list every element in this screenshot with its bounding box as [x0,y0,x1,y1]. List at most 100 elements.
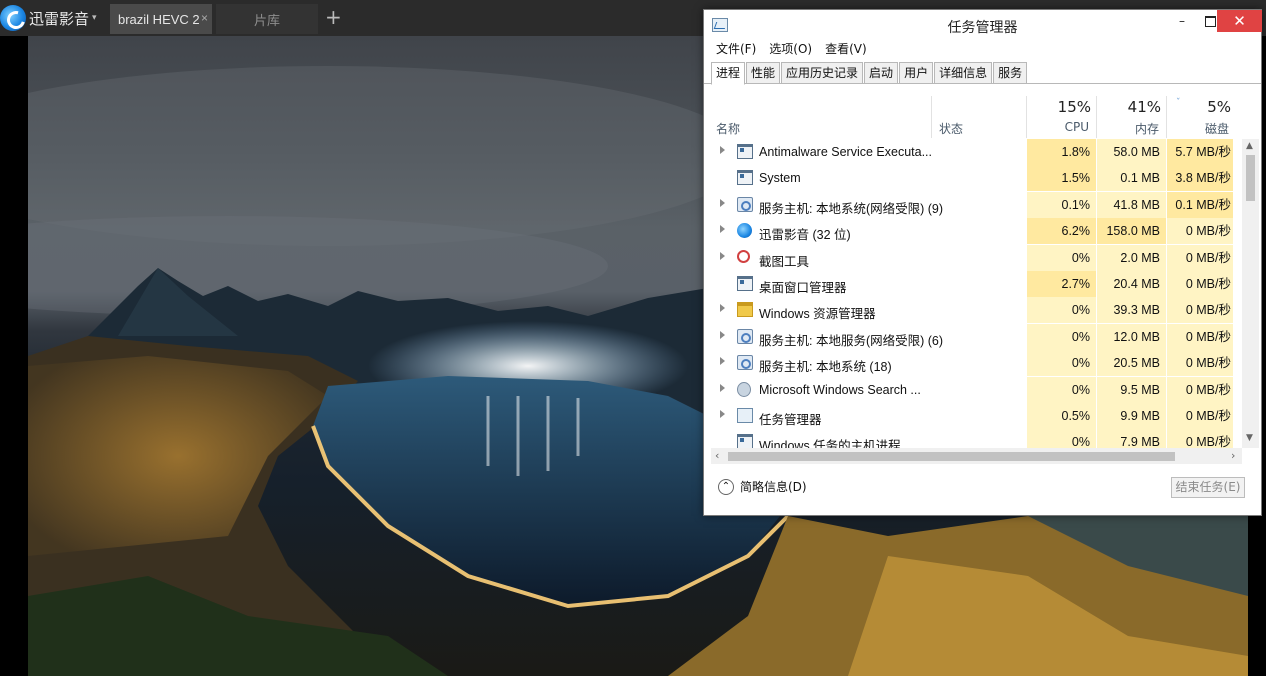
tab-video[interactable]: brazil HEVC 2 × [110,4,212,34]
cpu-value: 0% [1027,244,1096,271]
expand-arrow-icon[interactable] [720,251,725,260]
process-row[interactable]: Microsoft Windows Search ... 0% 9.5 MB 0 MB… [711,376,1233,403]
tab-users[interactable]: 用户 [899,62,934,84]
process-row[interactable]: Windows 资源管理器 0% 39.3 MB 0 MB/秒 [711,297,1233,324]
fewer-details-button[interactable]: ⌃ 简略信息(D) [718,478,807,495]
expand-arrow-icon[interactable] [720,410,725,418]
scroll-left-icon[interactable]: ‹ [715,449,719,462]
scroll-thumb[interactable] [1246,155,1255,201]
expand-arrow-icon[interactable] [720,198,725,207]
horizontal-scrollbar[interactable]: ‹ › [711,448,1242,464]
expand-arrow-icon[interactable] [720,225,725,234]
end-task-button[interactable]: 结束任务(E) [1171,477,1245,498]
column-header: 名称 状态 15% CPU 41% 内存 ˇ 5% 磁盘 [711,96,1233,138]
disk-total[interactable]: 5% [1167,98,1231,116]
tab-performance[interactable]: 性能 [746,62,781,84]
disk-value: 0 MB/秒 [1167,350,1233,377]
process-list[interactable]: Antimalware Service Executa... 1.8% 58.0 M… [711,139,1233,448]
menu-view[interactable]: 查看(V) [825,40,867,60]
tab-app-history[interactable]: 应用历史记录 [781,62,864,84]
footer: ⌃ 简略信息(D) 结束任务(E) [704,470,1261,515]
process-row[interactable]: 任务管理器 0.5% 9.9 MB 0 MB/秒 [711,403,1233,429]
vertical-scrollbar[interactable]: ▲ ▼ [1242,139,1259,448]
task-manager-window[interactable]: 任务管理器 – ✕ 文件(F) 选项(O) 查看(V) 进程 性能 应用历史记录… [703,9,1262,516]
disk-value: 0 MB/秒 [1167,244,1233,271]
tab-details[interactable]: 详细信息 [934,62,993,84]
cpu-value: 0.5% [1027,403,1096,429]
close-button[interactable]: ✕ [1217,10,1262,32]
memory-value: 58.0 MB [1097,139,1166,165]
disk-value: 0 MB/秒 [1167,429,1233,448]
cpu-value: 1.5% [1027,165,1096,192]
tab-close-icon[interactable]: × [201,11,208,25]
tab-video-label: brazil HEVC 2 [118,11,200,27]
player-app-name: 迅雷影音 [29,9,90,28]
expand-arrow-icon[interactable] [720,357,725,366]
process-name: Windows 资源管理器 [759,307,876,322]
cpu-total[interactable]: 15% [1027,98,1091,116]
folder-icon [737,302,753,318]
memory-value: 2.0 MB [1097,244,1166,271]
memory-value: 7.9 MB [1097,429,1166,448]
column-status[interactable]: 状态 [939,120,963,137]
process-row[interactable]: Windows 任务的主机进程 0% 7.9 MB 0 MB/秒 [711,429,1233,448]
window-icon [737,434,753,448]
memory-value: 9.5 MB [1097,376,1166,403]
process-row[interactable]: Antimalware Service Executa... 1.8% 58.0 M… [711,139,1233,165]
tab-processes[interactable]: 进程 [711,62,746,85]
expand-arrow-icon[interactable] [720,383,725,392]
scroll-up-icon[interactable]: ▲ [1246,141,1253,151]
tab-services[interactable]: 服务 [993,62,1028,84]
column-separator[interactable] [931,96,932,138]
scroll-down-icon[interactable]: ▼ [1246,433,1253,443]
tab-strip: 进程 性能 应用历史记录 启动 用户 详细信息 服务 [711,62,1028,85]
memory-value: 20.5 MB [1097,350,1166,377]
minimize-button[interactable]: – [1168,10,1196,32]
menu-bar: 文件(F) 选项(O) 查看(V) [716,40,880,60]
user-icon [737,381,751,397]
expand-arrow-icon[interactable] [720,146,725,154]
tab-library[interactable]: 片库 [216,4,318,34]
process-row[interactable]: 服务主机: 本地服务(网络受限) (6) 0% 12.0 MB 0 MB/秒 [711,323,1233,350]
process-row[interactable]: 截图工具 0% 2.0 MB 0 MB/秒 [711,244,1233,271]
gear-icon [737,355,753,371]
column-disk[interactable]: 磁盘 [1167,120,1229,137]
memory-total[interactable]: 41% [1097,98,1161,116]
tab-library-label: 片库 [253,12,280,28]
chevron-up-icon: ⌃ [718,478,734,495]
cpu-value: 0% [1027,429,1096,448]
scissors-icon [737,249,750,263]
caret-down-icon: ▾ [92,13,97,23]
process-row[interactable]: 服务主机: 本地系统(网络受限) (9) 0.1% 41.8 MB 0.1 MB/秒 [711,191,1233,218]
hscroll-thumb[interactable] [728,452,1175,461]
column-cpu[interactable]: CPU [1027,120,1089,134]
disk-value: 0.1 MB/秒 [1167,191,1233,218]
player-menu-button[interactable]: 迅雷影音 ▾ [0,4,108,32]
process-row[interactable]: 桌面窗口管理器 2.7% 20.4 MB 0 MB/秒 [711,271,1233,297]
title-bar[interactable]: 任务管理器 – ✕ [704,10,1262,41]
memory-value: 41.8 MB [1097,191,1166,218]
xunlei-logo-icon [0,5,26,31]
scroll-right-icon[interactable]: › [1231,449,1235,462]
disk-value: 0 MB/秒 [1167,271,1233,297]
xunlei-icon [737,223,752,239]
process-row[interactable]: System 1.5% 0.1 MB 3.8 MB/秒 [711,165,1233,192]
column-name[interactable]: 名称 [716,120,740,137]
process-name: 任务管理器 [759,413,822,427]
process-name: 迅雷影音 (32 位) [759,228,851,243]
menu-options[interactable]: 选项(O) [769,40,812,60]
process-name: 服务主机: 本地系统 (18) [759,360,892,375]
cpu-value: 1.8% [1027,139,1096,165]
process-row[interactable]: 迅雷影音 (32 位) 6.2% 158.0 MB 0 MB/秒 [711,218,1233,245]
tab-startup[interactable]: 启动 [864,62,899,84]
expand-arrow-icon[interactable] [720,330,725,339]
menu-file[interactable]: 文件(F) [716,40,756,60]
column-memory[interactable]: 内存 [1097,120,1159,137]
add-tab-button[interactable]: + [325,5,342,29]
cpu-value: 0.1% [1027,191,1096,218]
process-row[interactable]: 服务主机: 本地系统 (18) 0% 20.5 MB 0 MB/秒 [711,350,1233,377]
disk-value: 5.7 MB/秒 [1167,139,1233,165]
disk-value: 0 MB/秒 [1167,376,1233,403]
process-name: 服务主机: 本地服务(网络受限) (6) [759,333,944,348]
expand-arrow-icon[interactable] [720,304,725,313]
